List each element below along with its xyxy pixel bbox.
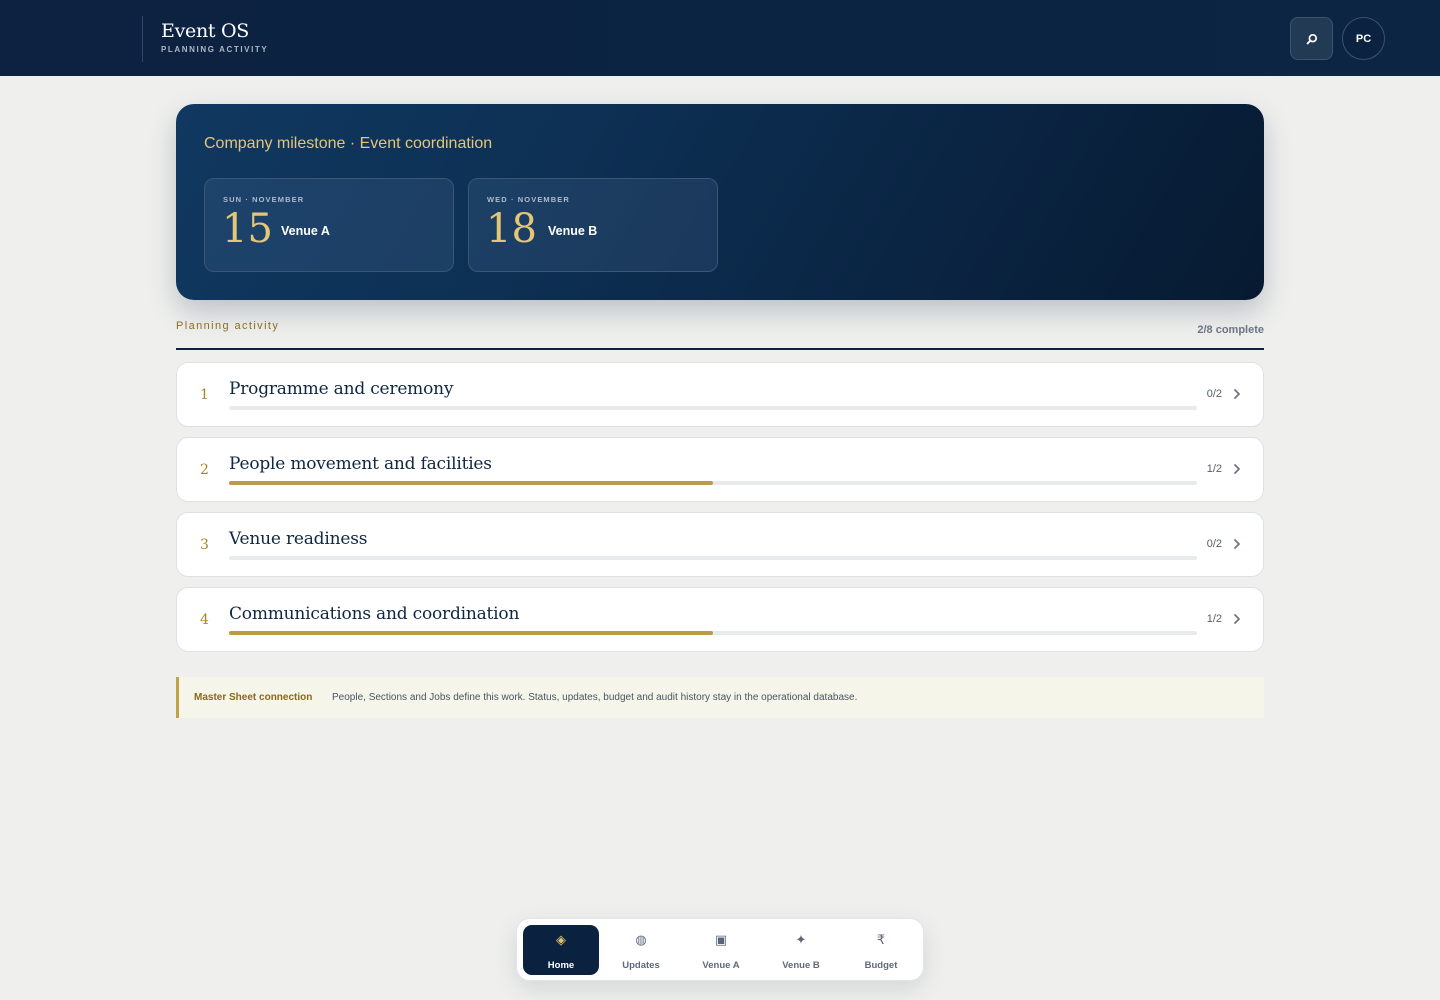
date-day: 15: [222, 206, 273, 252]
activity-row[interactable]: 3 Venue readiness 0/2: [176, 512, 1264, 577]
progress-fill: [229, 631, 713, 635]
brand-divider: [142, 16, 143, 62]
activity-row[interactable]: 1 Programme and ceremony 0/2: [176, 362, 1264, 427]
date-card-venue-b[interactable]: WED · NOVEMBER 18 Venue B: [468, 178, 718, 272]
section-heading: Planning activity: [176, 320, 280, 332]
chevron-right-icon: [1232, 536, 1242, 552]
venue-a-icon: ▣: [714, 932, 728, 947]
row-number: 4: [200, 612, 209, 628]
activity-row[interactable]: 2 People movement and facilities 1/2: [176, 437, 1264, 502]
row-number: 2: [200, 462, 209, 478]
chevron-right-icon: [1232, 386, 1242, 402]
hero-title: Company milestone · Event coordination: [204, 135, 493, 152]
note-label: Master Sheet connection: [194, 692, 313, 703]
progress-track: [229, 481, 1197, 485]
progress-track: [229, 631, 1197, 635]
event-hero: Company milestone · Event coordination S…: [176, 104, 1264, 300]
top-bar: Event OS PLANNING ACTIVITY PC: [0, 0, 1440, 76]
date-label: WED · NOVEMBER: [487, 195, 570, 204]
chevron-right-icon: [1232, 611, 1242, 627]
master-sheet-note: Master Sheet connection People, Sections…: [176, 677, 1264, 718]
updates-icon: ◍: [635, 932, 647, 947]
row-number: 3: [200, 537, 209, 553]
search-icon: [1306, 33, 1317, 44]
row-count: 1/2: [1206, 613, 1222, 625]
completion-summary: 2/8 complete: [1197, 324, 1264, 336]
progress-track: [229, 406, 1197, 410]
row-number: 1: [200, 387, 209, 403]
bottom-navigation: ◈ Home ◍ Updates ▣ Venue A ✦ Venue B ₹ B…: [516, 918, 924, 981]
avatar-initials: PC: [1355, 32, 1372, 45]
note-text: People, Sections and Jobs define this wo…: [332, 692, 858, 703]
nav-label: Updates: [622, 960, 660, 971]
venue-b-icon: ✦: [795, 932, 807, 947]
rupee-icon: ₹: [876, 932, 886, 947]
row-title: People movement and facilities: [229, 454, 492, 474]
row-title: Programme and ceremony: [229, 379, 454, 399]
row-count: 1/2: [1206, 463, 1222, 475]
nav-venue-b[interactable]: ✦ Venue B: [763, 925, 839, 975]
date-venue: Venue A: [281, 224, 330, 238]
row-count: 0/2: [1206, 388, 1222, 400]
nav-label: Venue A: [702, 960, 740, 971]
row-title: Communications and coordination: [229, 604, 520, 624]
app-title: Event OS: [161, 20, 249, 42]
row-title: Venue readiness: [229, 529, 368, 549]
nav-updates[interactable]: ◍ Updates: [603, 925, 679, 975]
nav-budget[interactable]: ₹ Budget: [843, 925, 919, 975]
date-card-venue-a[interactable]: SUN · NOVEMBER 15 Venue A: [204, 178, 454, 272]
home-diamond-icon: ◈: [556, 932, 566, 947]
avatar[interactable]: PC: [1342, 17, 1385, 60]
nav-home[interactable]: ◈ Home: [523, 925, 599, 975]
chevron-right-icon: [1232, 461, 1242, 477]
nav-venue-a[interactable]: ▣ Venue A: [683, 925, 759, 975]
activity-row[interactable]: 4 Communications and coordination 1/2: [176, 587, 1264, 652]
date-label: SUN · NOVEMBER: [223, 195, 305, 204]
date-day: 18: [486, 206, 537, 252]
section-divider: [176, 348, 1264, 350]
progress-fill: [229, 481, 713, 485]
nav-label: Venue B: [782, 960, 820, 971]
date-venue: Venue B: [548, 224, 598, 238]
row-count: 0/2: [1206, 538, 1222, 550]
search-button[interactable]: [1290, 17, 1333, 60]
app-subtitle: PLANNING ACTIVITY: [161, 45, 269, 54]
nav-label: Home: [547, 960, 575, 971]
progress-track: [229, 556, 1197, 560]
nav-label: Budget: [864, 960, 898, 971]
